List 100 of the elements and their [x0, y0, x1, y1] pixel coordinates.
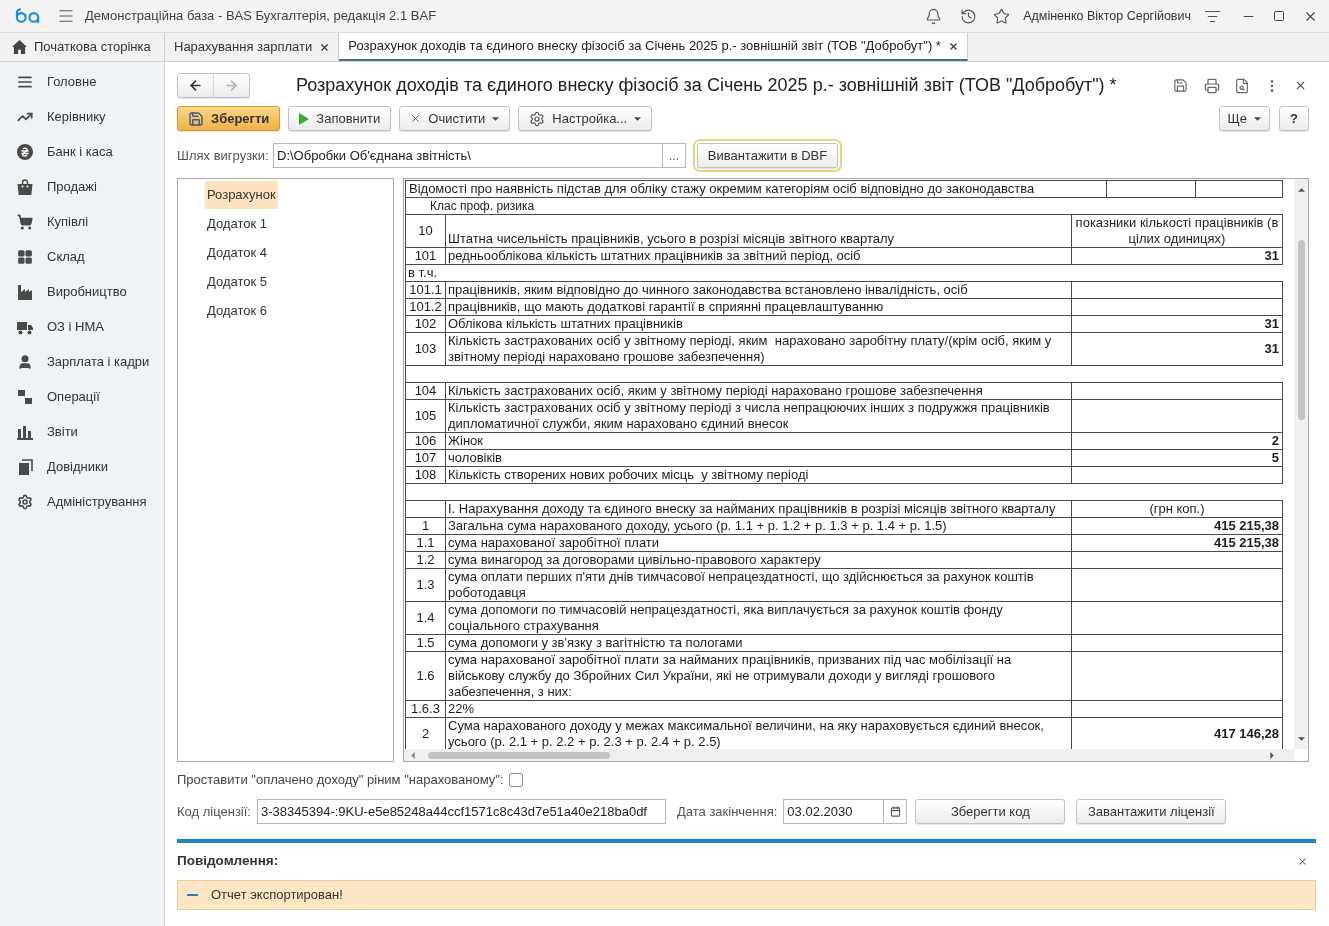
sidebar-item[interactable]: Склад [0, 239, 164, 274]
printer-icon[interactable] [1204, 77, 1220, 94]
scrollbar-thumb[interactable] [428, 751, 610, 759]
row-code-cell: 1.4 [405, 601, 446, 635]
row-label-cell: Кількість створених нових робочих місць у звітному періоді [445, 466, 1072, 484]
grid-icon [17, 248, 33, 265]
sidebar-item[interactable]: ОЗ і НМА [0, 309, 164, 344]
path-field[interactable]: D:\Обробки Об'єднана звітність\ [273, 143, 663, 168]
close-icon[interactable] [1297, 856, 1308, 867]
checkbox-label: Проставити "оплачено доходу" ріним "нарахованому": [177, 771, 504, 790]
calendar-button[interactable] [884, 799, 908, 824]
sidebar-item[interactable]: Купівлі [0, 204, 164, 239]
row-code-cell: 104 [405, 382, 446, 400]
shopping-bag-icon [17, 178, 33, 195]
sidebar-item[interactable]: Зарплата і кадри [0, 344, 164, 379]
row-label-cell: І. Нарахування доходу та єдиного внеску за найманих працівників в розрізі місяців звітного кварталу [445, 500, 1072, 518]
row-code-cell: 1.1 [405, 534, 446, 552]
star-icon[interactable] [993, 7, 1011, 25]
floppy-icon[interactable] [1173, 78, 1188, 93]
caret-right-icon[interactable] [1270, 751, 1274, 759]
caret-down-icon[interactable] [1297, 737, 1305, 741]
section-item[interactable]: Додаток 4 [205, 238, 269, 267]
cart-icon [17, 213, 33, 230]
close-icon[interactable] [1294, 79, 1307, 92]
row-code-cell: 105 [405, 399, 446, 433]
sidebar-item[interactable]: Звіти [0, 414, 164, 449]
row-label-cell: працівників, що мають додаткові гарантії в сприянні працевлаштуванню [445, 298, 1072, 316]
row-code-cell: 1 [405, 517, 446, 535]
row-code-cell: 1.6 [405, 651, 446, 701]
row-code-cell: 106 [405, 432, 446, 450]
save-code-button[interactable]: Зберегти код [915, 799, 1066, 824]
section-item[interactable]: Додаток 1 [205, 209, 269, 238]
help-button[interactable]: ? [1279, 106, 1309, 131]
close-icon[interactable] [947, 40, 959, 52]
row-code-cell: 101.2 [405, 298, 446, 316]
preview-icon[interactable] [1234, 77, 1250, 94]
sidebar-item[interactable]: Керівнику [0, 99, 164, 134]
horizontal-scrollbar[interactable] [404, 749, 1294, 761]
bar-chart-icon [17, 423, 33, 440]
caret-left-icon[interactable] [411, 751, 415, 759]
row-code-cell: 10 [405, 214, 446, 248]
tab[interactable]: Розрахунок доходів та єдиного внеску фізосіб за Січень 2025 р.- зовнішній звіт (ТОВ "Добробут") * [339, 33, 968, 61]
row-value-cell: 5 [1071, 449, 1283, 467]
save-button[interactable]: Зберегти [177, 106, 281, 131]
caret-icon [1254, 116, 1261, 121]
maximize-icon[interactable] [1273, 10, 1285, 22]
row-label-cell: Облікова кількість штатних працівників [445, 315, 1072, 333]
squares-icon [17, 388, 33, 405]
section-item[interactable]: Розрахунок [205, 180, 278, 209]
browse-button[interactable]: ... [663, 143, 686, 168]
settings-button[interactable]: Настройка... [518, 106, 653, 131]
app-title: Демонстраційна база - BAS Бухгалтерія, редакція 2.1 BAF [85, 7, 437, 26]
row-label-cell: редньооблікова кількість штатних працівників за звітний період, осіб [445, 247, 1072, 265]
row-label-cell: сума винагород за договорами цивільно-правового характеру [445, 551, 1072, 569]
menu-icon[interactable] [57, 7, 75, 25]
play-icon [299, 112, 310, 125]
row-label-cell: чоловіків [445, 449, 1072, 467]
user-name[interactable]: Адміненко Віктор Сергійович [1023, 6, 1191, 26]
close-icon[interactable] [319, 41, 331, 53]
date-field[interactable]: 03.02.2030 [783, 799, 885, 824]
row-label-cell: Кількість застрахованих осіб у звітному періоді, яким нараховано заробітну плату/(крім осіб, яким у звітному періоді нараховано грошове забезпечення) [445, 332, 1072, 366]
bell-icon[interactable] [925, 7, 943, 25]
caret-icon [634, 116, 642, 121]
fill-button[interactable]: Заповнити [288, 106, 392, 131]
more-button[interactable]: Ще [1218, 106, 1270, 131]
section-item[interactable]: Додаток 5 [205, 267, 269, 296]
row-label-cell: Кількість застрахованих осіб, яким у звітному періоді нараховано грошове забезпечення [445, 382, 1072, 400]
tab[interactable]: Початкова сторінка [0, 33, 165, 61]
unit-header-cell: показники кількості працівників (в цілих одиницях) [1071, 214, 1283, 248]
sidebar-item[interactable]: Продажі [0, 169, 164, 204]
row-label-cell: Штатна чисельність працівників, усього в розрізі місяців звітного кварталу [445, 214, 1072, 248]
row-label-cell: 22% [445, 700, 1072, 718]
caret-up-icon[interactable] [1297, 188, 1305, 192]
calendar-icon [889, 806, 901, 817]
license-field[interactable]: 3-38345394-:9KU-e5e85248a44ccf1571c8c43d7e51a40e218ba0df [257, 799, 666, 824]
vertical-scrollbar[interactable] [1294, 179, 1308, 749]
clear-button[interactable]: Очистити [399, 106, 511, 131]
sidebar-item[interactable]: Головне [0, 64, 164, 99]
row-value-cell: 31 [1071, 332, 1283, 366]
coin-icon [17, 143, 33, 160]
row-value-cell: 31 [1071, 247, 1283, 265]
sidebar-item[interactable]: Операції [0, 379, 164, 414]
row-code-cell: 107 [405, 449, 446, 467]
row-code-cell: 1.3 [405, 568, 446, 602]
home-icon [12, 40, 27, 54]
section-item[interactable]: Додаток 6 [205, 296, 269, 325]
back-button[interactable] [177, 73, 214, 98]
sidebar-item[interactable]: Довідники [0, 449, 164, 484]
sidebar-item[interactable]: Адміністрування [0, 484, 164, 519]
sidebar-item[interactable]: Банк і каса [0, 134, 164, 169]
gear-icon [17, 493, 33, 510]
checkbox[interactable] [509, 773, 524, 787]
gear-icon [529, 110, 546, 127]
load-licenses-button[interactable]: Завантажити ліцензії [1076, 799, 1227, 824]
scrollbar-thumb[interactable] [1297, 240, 1305, 420]
row-label-cell: сума допомоги у зв'язку з вагітністю та пологами [445, 634, 1072, 652]
sidebar-item[interactable]: Виробництво [0, 274, 164, 309]
history-icon[interactable] [960, 7, 978, 25]
row-value-cell: 2 [1071, 432, 1283, 450]
row-value-cell: 415 215,38 [1071, 534, 1283, 552]
